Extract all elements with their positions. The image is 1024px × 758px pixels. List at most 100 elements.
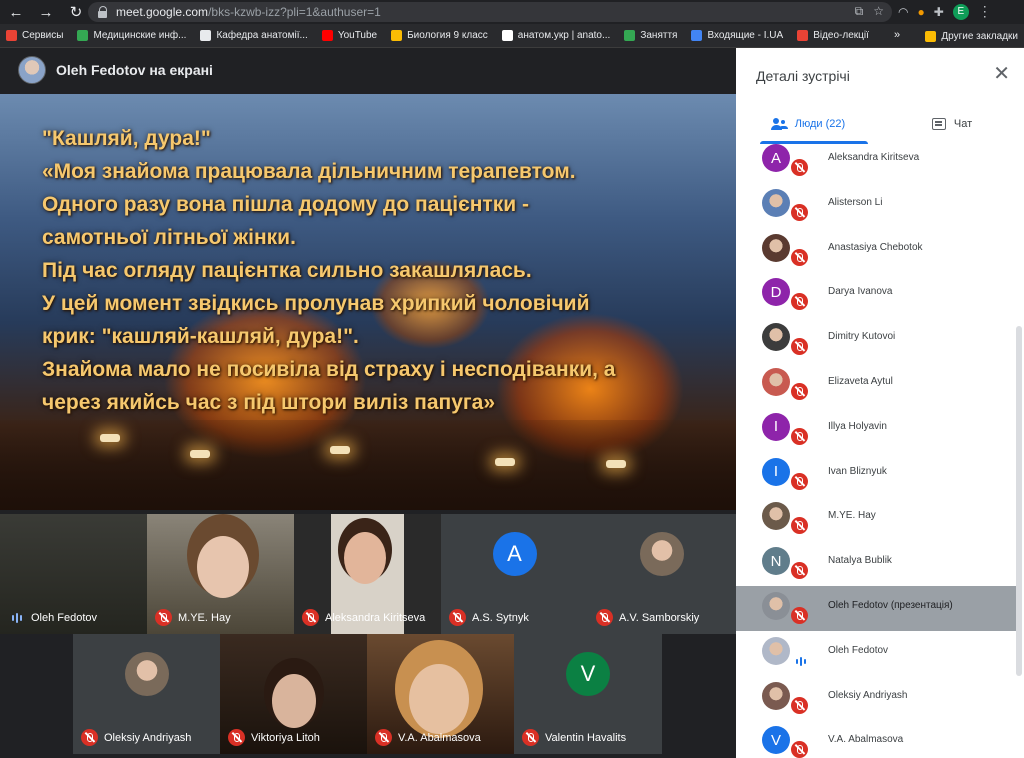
participant-row[interactable]: I Ivan Bliznyuk bbox=[736, 452, 1016, 497]
puzzle-icon[interactable]: ✚ bbox=[934, 5, 944, 19]
tab-chat-label: Чат bbox=[953, 118, 973, 130]
participant-letter-avatar: I bbox=[762, 412, 790, 441]
participant-row[interactable]: Oleh Fedotov (презентація) bbox=[736, 586, 1016, 631]
participant-letter-avatar: D bbox=[762, 278, 790, 307]
people-list: A Aleksandra Kiritseva Alisterson Li Anasta… bbox=[736, 144, 1016, 758]
participant-name: V.A. Abalmasova bbox=[398, 731, 481, 744]
bookmarks-overflow-icon[interactable]: » bbox=[894, 29, 900, 41]
participant-row[interactable]: N Natalya Bublik bbox=[736, 541, 1016, 586]
speaking-indicator-icon bbox=[8, 609, 25, 626]
bookmark-item[interactable]: Заняття bbox=[624, 30, 677, 41]
participant-row[interactable]: M.YE. Hay bbox=[736, 496, 1016, 541]
participant-name: Anastasiya Chebotok bbox=[828, 241, 923, 253]
participant-name: Darya Ivanova bbox=[828, 286, 893, 298]
participant-name: A.S. Sytnyk bbox=[472, 611, 529, 624]
panel-title: Деталі зустрічі bbox=[756, 68, 850, 84]
forward-arrow-icon[interactable]: → bbox=[34, 0, 58, 24]
address-bar[interactable]: meet.google.com /bks-kzwb-izz?pli=1&auth… bbox=[88, 2, 892, 22]
participant-name: Illya Holyavin bbox=[828, 420, 887, 432]
participant-row[interactable]: D Darya Ivanova bbox=[736, 272, 1016, 317]
mic-off-icon bbox=[791, 427, 808, 445]
slide-line: "Кашляй, дура!" bbox=[42, 127, 211, 150]
bookmark-item[interactable]: Відео-лекції bbox=[797, 30, 869, 41]
menu-dots-icon[interactable]: ⋮ bbox=[978, 3, 992, 20]
participant-tile[interactable]: V.A. Abalmasova bbox=[367, 634, 514, 754]
profile-avatar[interactable]: E bbox=[952, 3, 969, 20]
participant-row[interactable]: V V.A. Abalmasova bbox=[736, 720, 1016, 758]
participant-name-tag: M.YE. Hay bbox=[155, 609, 231, 626]
participant-name: Natalya Bublik bbox=[828, 555, 892, 567]
bookmark-item[interactable]: Биология 9 класс bbox=[391, 30, 488, 41]
back-arrow-icon[interactable]: ← bbox=[4, 0, 28, 24]
participant-row[interactable]: Anastasiya Chebotok bbox=[736, 228, 1016, 273]
lock-icon bbox=[98, 6, 108, 18]
participant-name: Oleh Fedotov (презентація) bbox=[828, 600, 953, 611]
participant-row[interactable]: Dimitry Kutovoi bbox=[736, 317, 1016, 362]
bookmark-item[interactable]: анатом.укр | anato... bbox=[501, 30, 610, 41]
participant-tile[interactable]: V Valentin Havalits bbox=[514, 634, 662, 754]
participant-row[interactable]: Oleksiy Andriyash bbox=[736, 676, 1016, 721]
participant-letter-avatar: N bbox=[762, 547, 790, 576]
bookmark-label: Заняття bbox=[640, 30, 678, 41]
tab-people[interactable]: Люди (22) bbox=[736, 104, 880, 144]
extension-icon[interactable]: ◠ bbox=[898, 5, 908, 19]
close-icon[interactable]: ✕ bbox=[993, 64, 1010, 84]
bookmark-item[interactable]: YouTube bbox=[321, 30, 377, 41]
participant-name-tag: Valentin Havalits bbox=[522, 729, 626, 746]
mic-off-icon bbox=[791, 607, 808, 624]
mic-off-icon bbox=[791, 517, 808, 535]
bookmark-item[interactable]: Медицинские инф... bbox=[77, 30, 186, 41]
bookmark-favicon-icon bbox=[624, 30, 636, 41]
participant-tile[interactable]: A.V. Samborskiy bbox=[588, 514, 736, 634]
participant-tile[interactable]: M.YE. Hay bbox=[147, 514, 294, 634]
bookmark-item[interactable]: Входящие - I.UA bbox=[691, 30, 783, 41]
participant-tile[interactable]: Oleksiy Andriyash bbox=[73, 634, 220, 754]
participant-row[interactable]: Elizaveta Aytul bbox=[736, 362, 1016, 407]
participant-row[interactable]: Oleh Fedotov bbox=[736, 631, 1016, 676]
slide-text: "Кашляй, дура!" «Моя знайома працювала ді… bbox=[42, 122, 722, 419]
participant-name: Valentin Havalits bbox=[545, 731, 627, 744]
participant-tile[interactable]: Viktoriya Litoh bbox=[220, 634, 367, 754]
reload-icon[interactable]: ↻ bbox=[64, 0, 88, 24]
mic-off-icon bbox=[791, 159, 808, 176]
mic-off-icon bbox=[791, 383, 808, 400]
bookmark-item[interactable]: Кафедра анатомії... bbox=[200, 30, 308, 41]
mic-off-icon bbox=[155, 609, 172, 626]
participant-row[interactable]: I Illya Holyavin bbox=[736, 407, 1016, 452]
bookmarks-bar: Сервисы Медицинские инф... Кафедра анатомі… bbox=[0, 24, 1024, 48]
participant-tile[interactable]: Oleh Fedotov bbox=[0, 514, 147, 634]
bookmark-favicon-icon bbox=[6, 30, 17, 41]
participant-tile[interactable]: Aleksandra Kiritseva bbox=[294, 514, 441, 634]
slide-line: крик: "кашляй-кашляй, дура!". bbox=[42, 325, 359, 348]
bookmark-label: Медицинские инф... bbox=[93, 30, 187, 41]
chat-icon bbox=[931, 118, 946, 130]
star-icon[interactable]: ☆ bbox=[873, 4, 884, 19]
mic-off-icon bbox=[449, 609, 466, 626]
bookmark-item[interactable]: Сервисы bbox=[6, 30, 63, 41]
participant-row[interactable]: Alisterson Li bbox=[736, 183, 1016, 228]
participant-photo-avatar bbox=[762, 323, 790, 352]
folder-icon bbox=[925, 30, 937, 42]
participant-name: M.YE. Hay bbox=[828, 510, 876, 522]
tab-chat[interactable]: Чат bbox=[880, 104, 1024, 144]
participant-row[interactable]: A Aleksandra Kiritseva bbox=[736, 144, 1016, 183]
participant-tile[interactable]: A A.S. Sytnyk bbox=[441, 514, 588, 634]
participant-name: Oleksiy Andriyash bbox=[104, 731, 192, 744]
bookmark-label: Відео-лекції bbox=[813, 30, 869, 41]
participant-photo-avatar bbox=[124, 652, 169, 696]
bookmark-favicon-icon bbox=[321, 30, 333, 41]
slide-line: Одного разу вона пішла додому до пацієнт… bbox=[42, 193, 529, 216]
translate-icon[interactable]: ⧉ bbox=[855, 4, 864, 19]
candle-decoration bbox=[606, 460, 626, 468]
extension-flame-icon[interactable]: ● bbox=[917, 5, 924, 19]
candle-decoration bbox=[100, 434, 120, 442]
mic-off-icon bbox=[791, 472, 808, 490]
participant-photo-avatar bbox=[762, 233, 790, 262]
participant-name: Ivan Bliznyuk bbox=[828, 465, 887, 477]
participant-name: V.A. Abalmasova bbox=[828, 734, 904, 746]
other-bookmarks[interactable]: Другие закладки bbox=[925, 24, 1018, 48]
people-list-scrollbar[interactable] bbox=[1016, 326, 1022, 676]
screen: ← → ↻ meet.google.com /bks-kzwb-izz?pli=… bbox=[0, 0, 1024, 758]
other-bookmarks-label: Другие закладки bbox=[941, 30, 1018, 42]
participant-photo-avatar bbox=[640, 532, 684, 576]
